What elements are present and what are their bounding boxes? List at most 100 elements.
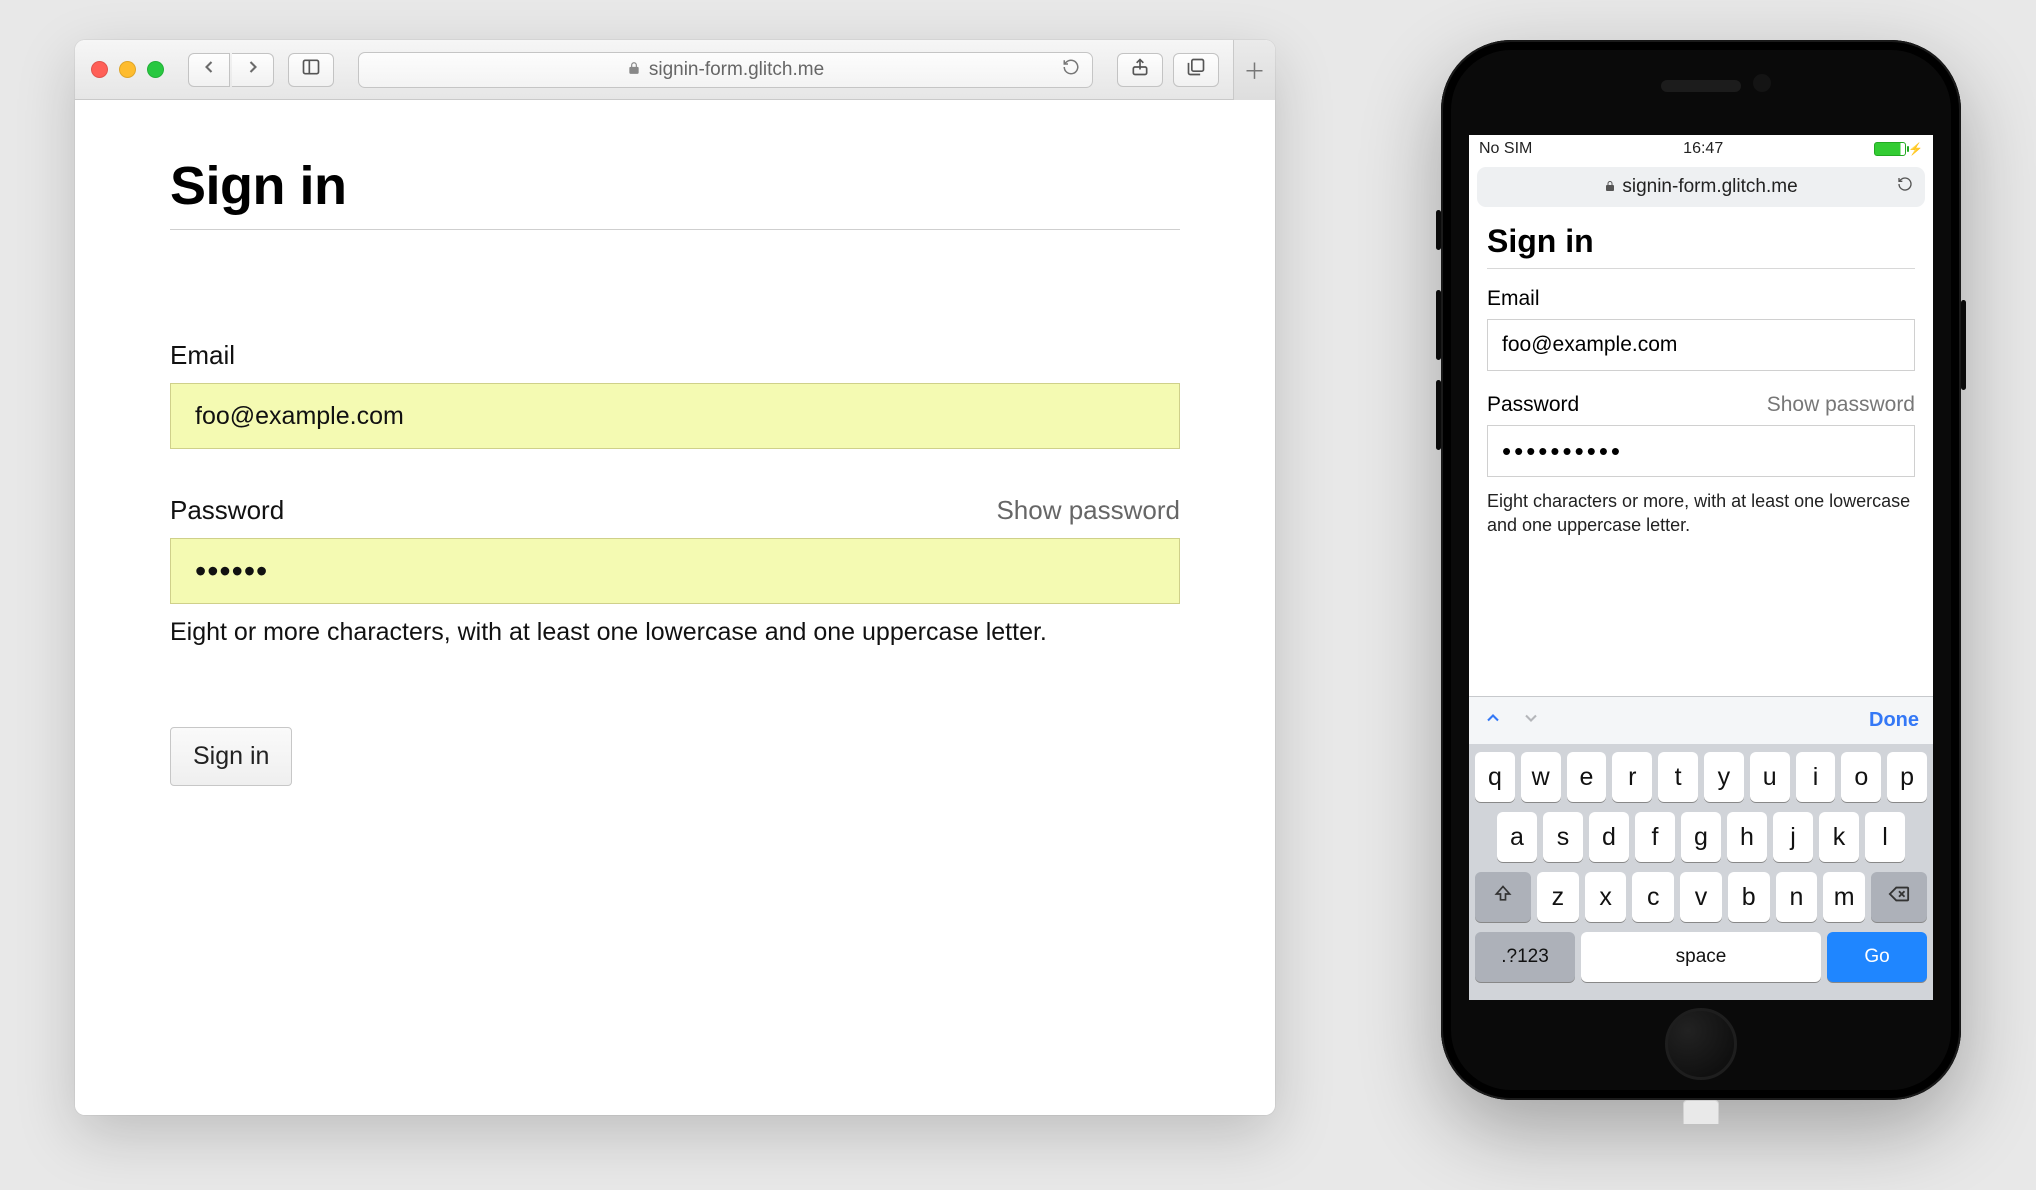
ios-password-hint: Eight characters or more, with at least … [1487,489,1915,538]
safari-window: signin-form.glitch.me ＋ Sign in Email [75,40,1275,1115]
key-g[interactable]: g [1681,812,1721,862]
battery-indicator: ⚡ [1874,142,1923,156]
tabs-button[interactable] [1173,53,1219,87]
ios-show-password-toggle[interactable]: Show password [1767,393,1915,417]
ios-password-label: Password [1487,393,1579,417]
key-f[interactable]: f [1635,812,1675,862]
sidebar-toggle-button[interactable] [288,53,334,87]
status-time: 16:47 [1683,140,1723,158]
back-button[interactable] [188,53,230,87]
key-m[interactable]: m [1823,872,1865,922]
key-z[interactable]: z [1537,872,1579,922]
key-r[interactable]: r [1612,752,1652,802]
key-p[interactable]: p [1887,752,1927,802]
forward-button[interactable] [232,53,274,87]
key-l[interactable]: l [1865,812,1905,862]
key-v[interactable]: v [1680,872,1722,922]
key-i[interactable]: i [1796,752,1836,802]
key-a[interactable]: a [1497,812,1537,862]
key-n[interactable]: n [1776,872,1818,922]
key-u[interactable]: u [1750,752,1790,802]
ios-email-label: Email [1487,287,1915,311]
ios-email-input[interactable] [1487,319,1915,371]
window-close-button[interactable] [91,61,108,78]
key-s[interactable]: s [1543,812,1583,862]
ios-keyboard: qwertyuiop asdfghjkl zxcvbnm .?123 space [1469,744,1933,1000]
volume-up-button[interactable] [1436,290,1441,360]
lightning-cable [1683,1100,1719,1124]
lock-icon [1604,179,1616,195]
keyboard-accessory-bar: Done [1469,696,1933,744]
share-button[interactable] [1117,53,1163,87]
carrier-text: No SIM [1479,140,1532,158]
ios-page-title: Sign in [1487,223,1915,260]
show-password-toggle[interactable]: Show password [996,495,1180,526]
key-k[interactable]: k [1819,812,1859,862]
right-toolbar [1117,53,1219,87]
ios-url-text: signin-form.glitch.me [1622,176,1797,198]
keyboard-row-3: zxcvbnm [1475,872,1927,922]
password-label: Password [170,495,284,526]
shift-key[interactable] [1475,872,1531,922]
address-bar[interactable]: signin-form.glitch.me [358,52,1093,88]
key-o[interactable]: o [1841,752,1881,802]
keyboard-row-1: qwertyuiop [1475,752,1927,802]
email-input[interactable] [170,383,1180,449]
battery-icon [1874,142,1906,156]
password-hint: Eight or more characters, with at least … [170,618,1180,647]
key-w[interactable]: w [1521,752,1561,802]
window-controls [91,61,164,78]
charging-icon: ⚡ [1908,142,1923,156]
backspace-icon [1888,883,1910,911]
key-e[interactable]: e [1567,752,1607,802]
email-label: Email [170,340,1180,371]
iphone-screen: No SIM 16:47 ⚡ signin-form.glitch.me Sig… [1469,135,1933,1000]
keyboard-done-button[interactable]: Done [1869,709,1919,732]
window-minimize-button[interactable] [119,61,136,78]
page-title: Sign in [170,155,1180,217]
keyboard-row-2: asdfghjkl [1475,812,1927,862]
next-field-button[interactable] [1521,708,1541,734]
ios-reload-button[interactable] [1897,176,1913,198]
new-tab-button[interactable]: ＋ [1233,40,1275,100]
power-button[interactable] [1961,300,1966,390]
password-input[interactable] [170,538,1180,604]
mute-switch[interactable] [1436,210,1441,250]
key-b[interactable]: b [1728,872,1770,922]
key-q[interactable]: q [1475,752,1515,802]
reload-button[interactable] [1062,58,1080,82]
key-h[interactable]: h [1727,812,1767,862]
safari-toolbar: signin-form.glitch.me ＋ [75,40,1275,100]
ios-address-bar[interactable]: signin-form.glitch.me [1477,167,1925,207]
key-j[interactable]: j [1773,812,1813,862]
go-key[interactable]: Go [1827,932,1927,982]
keyboard-row-4: .?123 space Go [1475,932,1927,982]
key-t[interactable]: t [1658,752,1698,802]
backspace-key[interactable] [1871,872,1927,922]
window-zoom-button[interactable] [147,61,164,78]
signin-button[interactable]: Sign in [170,727,292,786]
ios-title-divider [1487,268,1915,269]
share-icon [1130,57,1150,82]
numbers-key[interactable]: .?123 [1475,932,1575,982]
key-x[interactable]: x [1585,872,1627,922]
nav-buttons [188,53,274,87]
chevron-left-icon [199,57,219,83]
key-y[interactable]: y [1704,752,1744,802]
plus-icon: ＋ [1243,54,1265,86]
volume-down-button[interactable] [1436,380,1441,450]
space-key[interactable]: space [1581,932,1821,982]
ios-page-body: Sign in Email Password Show password Eig… [1469,211,1933,696]
title-divider [170,229,1180,230]
lock-icon [627,59,641,81]
tabs-icon [1186,57,1206,82]
sidebar-icon [301,57,321,82]
home-button[interactable] [1665,1008,1737,1080]
chevron-right-icon [243,57,263,83]
key-d[interactable]: d [1589,812,1629,862]
prev-field-button[interactable] [1483,708,1503,734]
shift-icon [1493,884,1513,910]
iphone-device: No SIM 16:47 ⚡ signin-form.glitch.me Sig… [1441,40,1961,1100]
key-c[interactable]: c [1632,872,1674,922]
ios-password-input[interactable] [1487,425,1915,477]
